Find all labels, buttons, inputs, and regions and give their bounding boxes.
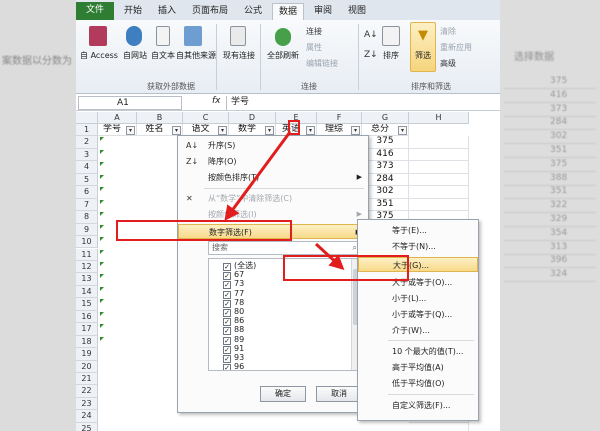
- background-left: 案数据以分数为: [0, 0, 76, 431]
- background-row: 351: [504, 186, 596, 200]
- arrow-to-greater-than: [314, 242, 345, 271]
- background-row: 396: [504, 255, 596, 269]
- background-value: 351: [550, 186, 568, 197]
- background-row: 302: [504, 131, 596, 145]
- background-text: 案数据以分数为: [2, 56, 72, 67]
- background-value: 302: [550, 131, 568, 142]
- background-row: 313: [504, 242, 596, 255]
- background-row: 354: [504, 228, 596, 241]
- background-value: 351: [550, 145, 568, 155]
- background-row: 351: [504, 145, 596, 158]
- background-right: 选择数据 375 416 373 284 302 351 375 388 351 322 329 35…: [500, 0, 600, 431]
- background-row: 375: [504, 76, 596, 89]
- background-header: 选择数据: [514, 52, 554, 63]
- background-value: 388: [550, 172, 568, 183]
- background-row: 375: [504, 159, 596, 172]
- background-value: 329: [550, 214, 568, 224]
- background-row: 284: [504, 117, 596, 131]
- background-row: 322: [504, 200, 596, 214]
- background-value: 375: [550, 76, 568, 86]
- arrow-to-number-filter: [224, 131, 292, 221]
- background-value: 322: [550, 200, 568, 211]
- background-row: 329: [504, 214, 596, 227]
- background-row: 416: [504, 90, 596, 103]
- annotation-arrows: [224, 131, 345, 271]
- background-value: 324: [550, 269, 568, 280]
- background-row: 388: [504, 173, 596, 186]
- background-value: 375: [550, 158, 568, 169]
- background-value: 373: [550, 103, 568, 114]
- background-value: 313: [550, 241, 568, 252]
- excel-window: 文件 开始 插入 页面布局 公式 数据 审阅 视图 自 Access 自网站 自…: [76, 0, 500, 431]
- background-value: 416: [550, 89, 568, 100]
- background-value: 396: [550, 255, 568, 266]
- background-value: 284: [550, 117, 568, 128]
- background-value: 354: [550, 227, 568, 238]
- background-row: 373: [504, 104, 596, 117]
- background-row: 324: [504, 269, 596, 283]
